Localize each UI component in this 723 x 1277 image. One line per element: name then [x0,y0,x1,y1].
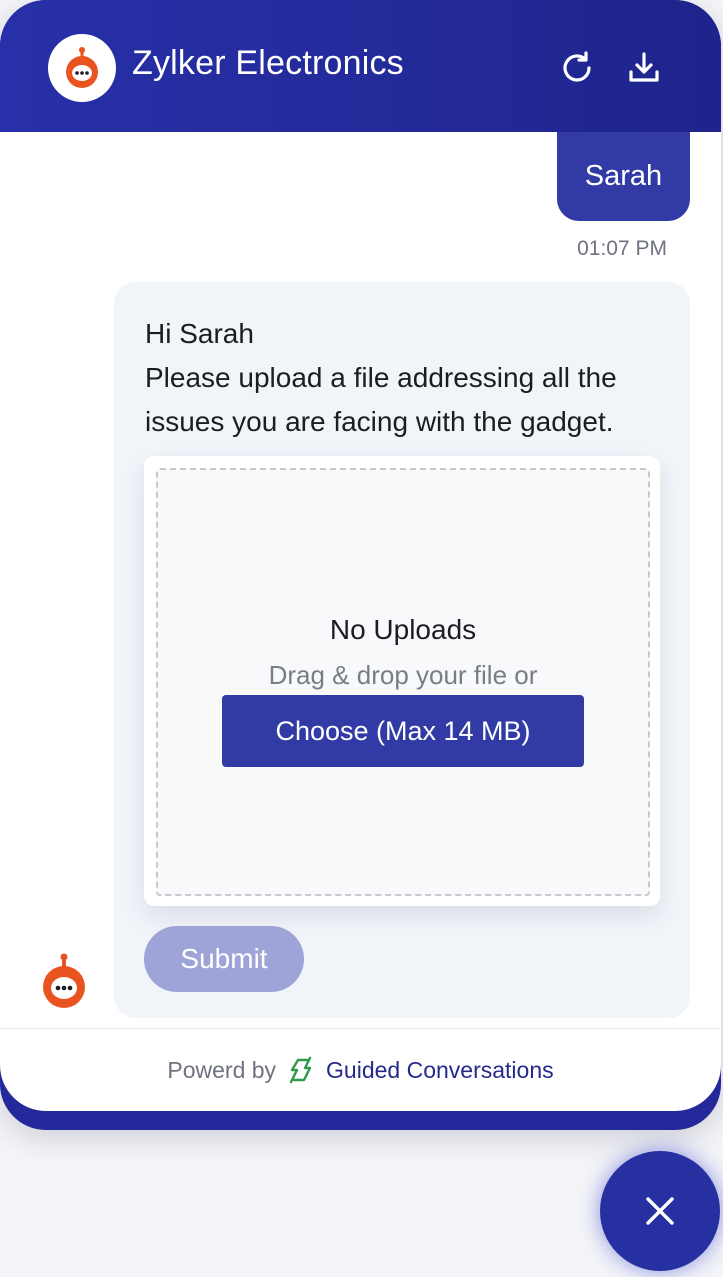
file-upload-card: No Uploads Drag & drop your file or Choo… [144,456,660,906]
file-dropzone[interactable]: No Uploads Drag & drop your file or Choo… [156,468,650,896]
brand-title: Zylker Electronics [132,44,404,82]
robot-chat-icon [43,953,85,1008]
upload-status: No Uploads [329,614,477,645]
download-icon [629,52,659,82]
bot-message-card: Hi Sarah Please upload a file addressing… [114,282,690,1018]
submit-button[interactable]: Submit [144,926,304,992]
user-message-bubble: Sarah [557,132,690,221]
refresh-icon [563,51,591,82]
brand-logo [48,34,116,102]
guided-conversations-link[interactable]: Guided Conversations [326,1057,554,1084]
bot-greeting: Hi Sarah [145,318,254,349]
message-timestamp: 01:07 PM [577,237,667,260]
dropzone-hint: Drag & drop your file or [268,660,538,690]
bot-avatar [40,952,88,1010]
download-button[interactable] [624,48,664,88]
bot-message-text: Hi Sarah Please upload a file addressing… [145,312,655,444]
chat-footer: Powerd by Guided Conversations [0,1028,721,1111]
guided-conversations-logo-icon [289,1056,312,1084]
chat-body: Sarah 01:07 PM Hi Sarah Please upload a … [0,132,721,1028]
bot-instruction: Please upload a file addressing all the … [145,362,617,437]
robot-chat-icon [66,47,98,88]
chat-header: Zylker Electronics [0,0,721,132]
close-icon [646,1197,674,1225]
powered-by-label: Powerd by [167,1056,277,1083]
close-chat-button[interactable] [600,1151,720,1271]
choose-file-button[interactable]: Choose (Max 14 MB) [222,695,584,767]
refresh-button[interactable] [557,48,597,88]
chat-widget: Zylker Electronics Sarah 01:07 PM Hi Sar… [0,0,721,1130]
